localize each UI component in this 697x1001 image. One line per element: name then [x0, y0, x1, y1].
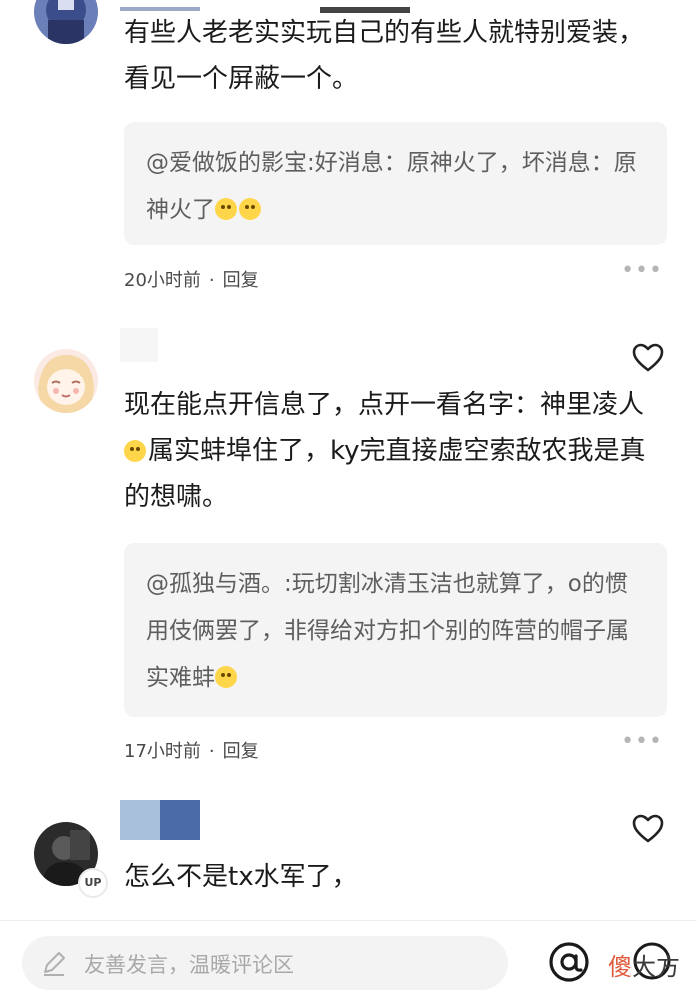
yawn-emoji-icon [124, 440, 146, 462]
smile-emoji-icon [215, 198, 237, 220]
comment-text-part2: 属实蚌埠住了，ky完直接虚空索敌农我是真的想啸。 [124, 436, 646, 512]
username-redacted[interactable] [120, 0, 420, 13]
reply-link[interactable]: 回复 [223, 270, 259, 291]
more-icon[interactable]: ••• [621, 258, 663, 283]
more-icon[interactable]: ••• [621, 729, 663, 754]
like-heart-icon[interactable] [632, 343, 664, 373]
smile-emoji-icon [239, 198, 261, 220]
reply-link[interactable]: 回复 [223, 741, 259, 762]
comment-input-bar: 友善发言，温暖评论区 傻大方 [0, 920, 697, 1001]
comment-text-part1: 现在能点开信息了，点开一看名字：神里凌人 [124, 390, 645, 420]
username-redacted[interactable] [120, 328, 160, 366]
laugh-cry-emoji-icon [215, 666, 237, 688]
separator: · [208, 741, 215, 762]
comment-meta: 20小时前 · 回复 [124, 266, 259, 292]
timestamp: 17小时前 [124, 741, 201, 762]
watermark-char-1: 傻 [608, 953, 632, 981]
like-heart-icon[interactable] [632, 814, 664, 844]
avatar[interactable] [34, 349, 98, 413]
comment-meta: 17小时前 · 回复 [124, 737, 259, 763]
input-placeholder: 友善发言，温暖评论区 [84, 953, 294, 977]
watermark-char-2: 大方 [632, 953, 680, 981]
comment-text: 有些人老老实实玩自己的有些人就特别爱装，看见一个屏蔽一个。 [124, 18, 645, 94]
pencil-icon [44, 952, 65, 976]
up-badge: UP [78, 868, 108, 898]
username-redacted[interactable] [120, 800, 200, 844]
timestamp: 20小时前 [124, 270, 201, 291]
comment-input[interactable]: 友善发言，温暖评论区 [22, 936, 508, 990]
quoted-reply[interactable]: @爱做饭的影宝:好消息：原神火了，坏消息：原神火了 [124, 122, 667, 245]
separator: · [208, 270, 215, 291]
avatar[interactable] [34, 0, 98, 44]
comment-text: 怎么不是tx水军了， [124, 862, 358, 892]
mention-at-icon[interactable] [548, 941, 590, 983]
quoted-reply[interactable]: @孤独与酒。:玩切割冰清玉洁也就算了，o的惯用伎俩罢了，非得给对方扣个别的阵营的… [124, 543, 667, 717]
watermark: 傻大方 [608, 947, 680, 982]
comment-text: 现在能点开信息了，点开一看名字：神里凌人属实蚌埠住了，ky完直接虚空索敌农我是真… [124, 382, 664, 520]
